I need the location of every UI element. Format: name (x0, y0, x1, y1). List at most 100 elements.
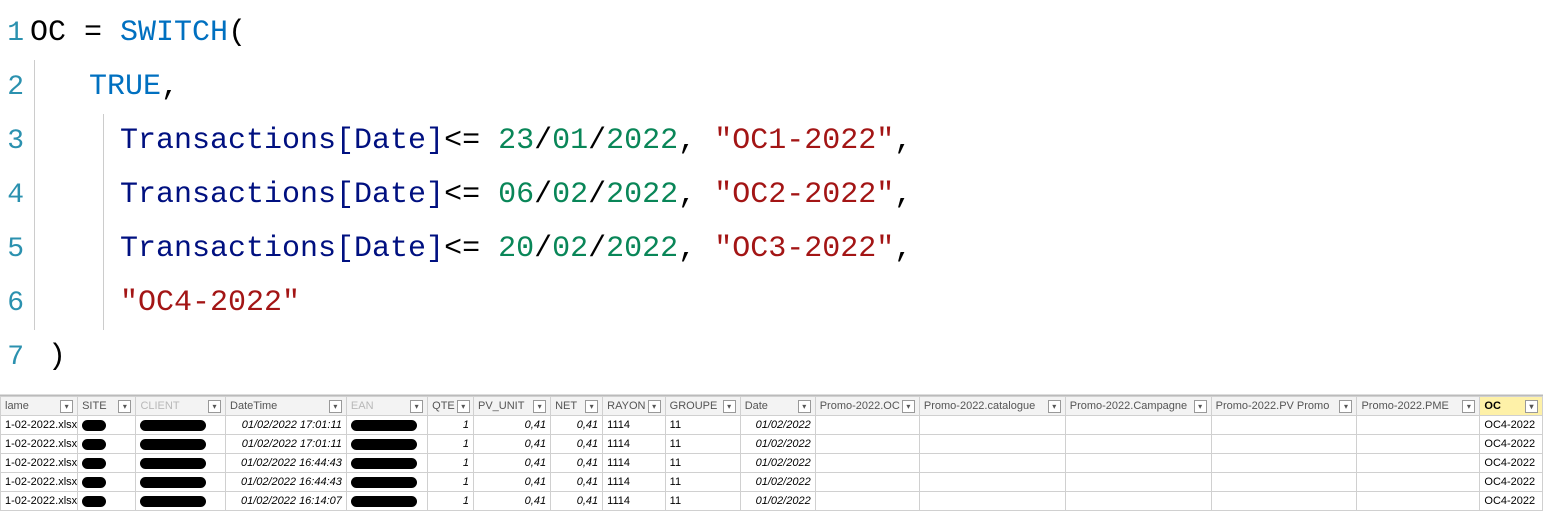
cell[interactable] (919, 454, 1065, 473)
cell[interactable]: 1-02-2022.xlsx (1, 435, 78, 454)
cell[interactable] (919, 435, 1065, 454)
table-row[interactable]: 1-02-2022.xlsx01/02/2022 16:44:4310,410,… (1, 454, 1543, 473)
cell[interactable] (815, 416, 919, 435)
cell[interactable]: 1114 (603, 435, 666, 454)
cell[interactable]: 1-02-2022.xlsx (1, 473, 78, 492)
cell[interactable]: 1114 (603, 454, 666, 473)
filter-dropdown-icon[interactable]: ▾ (648, 400, 661, 413)
cell[interactable]: 01/02/2022 (740, 435, 815, 454)
cell[interactable]: 01/02/2022 16:44:43 (226, 473, 347, 492)
cell[interactable]: 0,41 (551, 473, 603, 492)
cell[interactable] (1357, 454, 1480, 473)
filter-dropdown-icon[interactable]: ▾ (1525, 400, 1538, 413)
filter-dropdown-icon[interactable]: ▾ (723, 400, 736, 413)
filter-dropdown-icon[interactable]: ▾ (533, 400, 546, 413)
column-header[interactable]: Promo-2022.PV Promo▾ (1211, 397, 1357, 416)
cell[interactable] (1211, 454, 1357, 473)
filter-dropdown-icon[interactable]: ▾ (585, 400, 598, 413)
cell[interactable]: 11 (665, 473, 740, 492)
cell[interactable] (919, 492, 1065, 511)
cell[interactable] (1357, 492, 1480, 511)
column-header[interactable]: Promo-2022.Campagne▾ (1065, 397, 1211, 416)
cell[interactable] (78, 473, 136, 492)
cell[interactable] (919, 473, 1065, 492)
filter-dropdown-icon[interactable]: ▾ (1462, 400, 1475, 413)
cell[interactable]: OC4-2022 (1480, 435, 1543, 454)
filter-dropdown-icon[interactable]: ▾ (1339, 400, 1352, 413)
cell[interactable]: OC4-2022 (1480, 454, 1543, 473)
column-header[interactable]: Promo-2022.catalogue▾ (919, 397, 1065, 416)
cell[interactable]: 1-02-2022.xlsx (1, 454, 78, 473)
filter-dropdown-icon[interactable]: ▾ (410, 400, 423, 413)
cell[interactable]: 1-02-2022.xlsx (1, 416, 78, 435)
cell[interactable]: 01/02/2022 (740, 416, 815, 435)
filter-dropdown-icon[interactable]: ▾ (1194, 400, 1207, 413)
cell[interactable]: 11 (665, 435, 740, 454)
cell[interactable]: OC4-2022 (1480, 416, 1543, 435)
cell[interactable]: OC4-2022 (1480, 473, 1543, 492)
cell[interactable]: 0,41 (473, 492, 550, 511)
cell[interactable] (1357, 416, 1480, 435)
cell[interactable] (78, 454, 136, 473)
column-header[interactable]: EAN▾ (346, 397, 427, 416)
column-header[interactable]: lame▾ (1, 397, 78, 416)
filter-dropdown-icon[interactable]: ▾ (208, 400, 221, 413)
cell[interactable]: 0,41 (551, 435, 603, 454)
cell[interactable] (1211, 492, 1357, 511)
filter-dropdown-icon[interactable]: ▾ (798, 400, 811, 413)
cell[interactable] (136, 416, 226, 435)
cell[interactable] (1065, 492, 1211, 511)
filter-dropdown-icon[interactable]: ▾ (902, 400, 915, 413)
cell[interactable] (815, 492, 919, 511)
cell[interactable]: 1 (428, 473, 474, 492)
cell[interactable]: 11 (665, 416, 740, 435)
cell[interactable]: 01/02/2022 (740, 492, 815, 511)
cell[interactable]: 01/02/2022 16:14:07 (226, 492, 347, 511)
cell[interactable] (346, 492, 427, 511)
filter-dropdown-icon[interactable]: ▾ (457, 400, 470, 413)
cell[interactable] (1357, 473, 1480, 492)
cell[interactable] (346, 454, 427, 473)
formula-editor[interactable]: 1 OC = SWITCH( 2 TRUE, 3 Transactions[Da… (0, 0, 1543, 395)
column-header[interactable]: Date▾ (740, 397, 815, 416)
cell[interactable] (136, 435, 226, 454)
cell[interactable]: 01/02/2022 17:01:11 (226, 435, 347, 454)
column-header[interactable]: Promo-2022.OC▾ (815, 397, 919, 416)
cell[interactable] (78, 492, 136, 511)
cell[interactable] (1211, 473, 1357, 492)
cell[interactable] (1211, 416, 1357, 435)
cell[interactable]: 01/02/2022 16:44:43 (226, 454, 347, 473)
cell[interactable]: 0,41 (473, 454, 550, 473)
cell[interactable]: 0,41 (551, 416, 603, 435)
cell[interactable]: 01/02/2022 (740, 454, 815, 473)
table-row[interactable]: 1-02-2022.xlsx01/02/2022 17:01:1110,410,… (1, 435, 1543, 454)
cell[interactable] (1357, 435, 1480, 454)
filter-dropdown-icon[interactable]: ▾ (1048, 400, 1061, 413)
column-header[interactable]: SITE▾ (78, 397, 136, 416)
cell[interactable] (346, 416, 427, 435)
column-header[interactable]: QTE▾ (428, 397, 474, 416)
cell[interactable]: OC4-2022 (1480, 492, 1543, 511)
column-header[interactable]: RAYON▾ (603, 397, 666, 416)
column-header[interactable]: Promo-2022.PME▾ (1357, 397, 1480, 416)
table-row[interactable]: 1-02-2022.xlsx01/02/2022 16:14:0710,410,… (1, 492, 1543, 511)
cell[interactable] (815, 473, 919, 492)
column-header[interactable]: PV_UNIT▾ (473, 397, 550, 416)
column-header[interactable]: GROUPE▾ (665, 397, 740, 416)
cell[interactable]: 0,41 (473, 416, 550, 435)
filter-dropdown-icon[interactable]: ▾ (118, 400, 131, 413)
cell[interactable]: 01/02/2022 (740, 473, 815, 492)
column-header[interactable]: OC▾ (1480, 397, 1543, 416)
cell[interactable] (815, 435, 919, 454)
cell[interactable] (1065, 416, 1211, 435)
cell[interactable] (1065, 435, 1211, 454)
cell[interactable] (136, 454, 226, 473)
table-row[interactable]: 1-02-2022.xlsx01/02/2022 17:01:1110,410,… (1, 416, 1543, 435)
cell[interactable]: 1-02-2022.xlsx (1, 492, 78, 511)
cell[interactable] (78, 416, 136, 435)
cell[interactable]: 0,41 (473, 473, 550, 492)
cell[interactable] (1211, 435, 1357, 454)
cell[interactable] (136, 473, 226, 492)
cell[interactable]: 01/02/2022 17:01:11 (226, 416, 347, 435)
cell[interactable]: 0,41 (473, 435, 550, 454)
